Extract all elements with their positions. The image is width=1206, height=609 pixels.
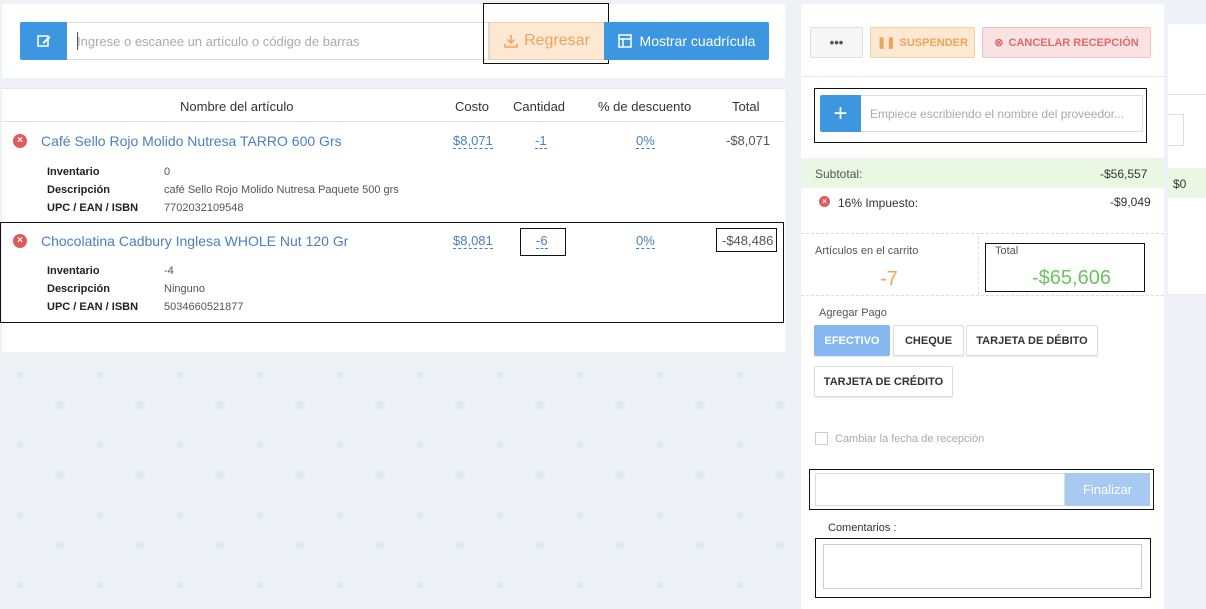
header-discount: % de descuento (598, 99, 692, 114)
more-options-button[interactable]: ••• (810, 27, 863, 58)
pay-cash-label: EFECTIVO (824, 334, 880, 347)
payment-amount-input[interactable] (815, 473, 1065, 506)
divider (801, 76, 1164, 77)
detail-value: 5034660521877 (164, 301, 244, 313)
detail-label: UPC / EAN / ISBN (47, 301, 139, 313)
detail-value: -4 (164, 265, 174, 277)
partial-value: $0 (1173, 177, 1187, 191)
payment-title: Agregar Pago (819, 307, 887, 319)
detail-value: café Sello Rojo Molido Nutresa Paquete 5… (164, 184, 399, 196)
regresar-button[interactable]: Regresar (489, 22, 605, 60)
pay-check-label: CHEQUE (904, 334, 953, 347)
tax-label: 16% Impuesto: (838, 196, 919, 210)
pay-debit-label: TARJETA DE DÉBITO (976, 334, 1088, 347)
secondary-panel-edge: $0 (1168, 4, 1206, 304)
detail-label: Inventario (47, 166, 100, 178)
header-cost: Costo (455, 99, 489, 114)
detail-label: UPC / EAN / ISBN (47, 202, 139, 214)
change-date-checkbox[interactable] (815, 432, 828, 445)
partial-subtotal-row: $0 (1168, 168, 1206, 198)
grid-icon (617, 34, 632, 48)
more-label: ••• (829, 35, 844, 50)
header-total: Total (732, 99, 760, 114)
detail-label: Descripción (47, 184, 110, 196)
items-table: Nombre del artículo Costo Cantidad % de … (0, 88, 785, 352)
table-row-selected: × Chocolatina Cadbury Inglesa WHOLE Nut … (0, 222, 784, 323)
pay-credit-button[interactable]: TARJETA DE CRÉDITO (814, 366, 953, 397)
pay-debit-button[interactable]: TARJETA DE DÉBITO (966, 325, 1098, 356)
partial-input[interactable] (1168, 114, 1184, 146)
finalize-label: Finalizar (1082, 482, 1133, 497)
suspend-label: SUSPENDER (899, 36, 968, 49)
add-supplier-button[interactable]: + (820, 95, 861, 132)
pay-check-button[interactable]: CHEQUE (893, 325, 964, 356)
tax-value: -$9,049 (1110, 195, 1151, 209)
pay-cash-button[interactable]: EFECTIVO (814, 325, 890, 356)
detail-value: 7702032109548 (164, 202, 244, 214)
item-name-link[interactable]: Café Sello Rojo Molido Nutresa TARRO 600… (41, 133, 342, 149)
suspend-button[interactable]: ❚❚ SUSPENDER (870, 27, 975, 58)
remove-icon[interactable]: × (13, 234, 27, 248)
item-discount[interactable]: 0% (636, 133, 655, 149)
edit-icon-button[interactable] (20, 22, 67, 60)
download-icon (504, 35, 518, 48)
item-cost[interactable]: $8,071 (453, 133, 493, 149)
change-date-label[interactable]: Cambiar la fecha de recepción (835, 433, 984, 445)
comments-label: Comentarios : (828, 522, 897, 534)
background-pattern (0, 355, 800, 609)
item-total: -$48,486 (722, 233, 774, 248)
divider (978, 236, 979, 295)
table-row: × Café Sello Rojo Molido Nutresa TARRO 6… (2, 122, 785, 220)
detail-value: Ninguno (164, 283, 205, 295)
cancel-icon: ⊗ (994, 37, 1004, 49)
cart-count: -7 (880, 268, 898, 290)
item-discount[interactable]: 0% (636, 233, 655, 249)
receiving-summary-panel: ••• ❚❚ SUSPENDER ⊗ CANCELAR RECEPCIÓN + … (801, 4, 1164, 609)
subtotal-value: -$56,557 (1100, 167, 1148, 181)
remove-tax-icon[interactable]: × (819, 196, 830, 207)
show-grid-button[interactable]: Mostrar cuadrícula (604, 22, 769, 60)
divider (1168, 94, 1206, 95)
cancel-receiving-button[interactable]: ⊗ CANCELAR RECEPCIÓN (982, 27, 1151, 58)
header-item-name: Nombre del artículo (180, 99, 294, 114)
cart-label: Artículos en el carrito (815, 245, 919, 257)
search-input[interactable] (67, 22, 489, 60)
pause-icon: ❚❚ (877, 37, 896, 49)
item-quantity[interactable]: -1 (535, 133, 547, 149)
item-total: -$8,071 (726, 133, 771, 148)
item-quantity[interactable]: -6 (536, 233, 548, 249)
total-amount: -$65,606 (1032, 267, 1111, 289)
supplier-input[interactable] (861, 95, 1143, 132)
item-cost[interactable]: $8,081 (453, 233, 493, 249)
subtotal-label: Subtotal: (815, 167, 863, 181)
table-header: Nombre del artículo Costo Cantidad % de … (2, 88, 785, 122)
text-caret (77, 32, 78, 50)
regresar-label: Regresar (524, 32, 590, 49)
detail-value: 0 (164, 166, 171, 178)
comments-textarea[interactable] (823, 544, 1142, 589)
panel-background (1168, 24, 1206, 294)
item-name-link[interactable]: Chocolatina Cadbury Inglesa WHOLE Nut 12… (41, 233, 348, 249)
plus-icon: + (833, 99, 848, 127)
cancel-label: CANCELAR RECEPCIÓN (1008, 36, 1139, 49)
divider (801, 233, 1164, 234)
finalize-button[interactable]: Finalizar (1065, 473, 1150, 506)
show-grid-label: Mostrar cuadrícula (639, 33, 756, 49)
remove-icon[interactable]: × (13, 134, 27, 148)
divider (801, 295, 1164, 296)
total-label: Total (995, 245, 1019, 257)
header-quantity: Cantidad (513, 99, 566, 114)
detail-label: Inventario (47, 265, 100, 277)
subtotal-row: Subtotal: -$56,557 (801, 158, 1164, 188)
pay-credit-label: TARJETA DE CRÉDITO (823, 375, 944, 388)
edit-icon (36, 35, 50, 47)
detail-label: Descripción (47, 283, 110, 295)
item-search-panel: Regresar Mostrar cuadrícula (2, 3, 785, 78)
